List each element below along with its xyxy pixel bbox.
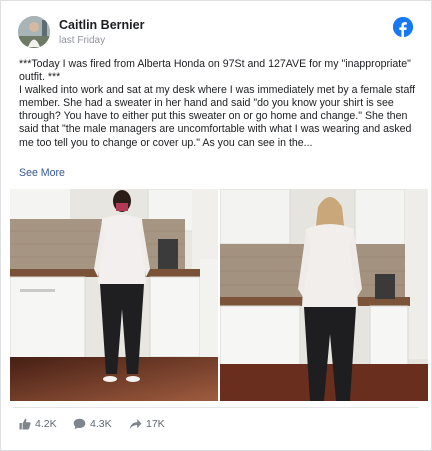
avatar[interactable]: [18, 16, 50, 48]
footer-divider: [13, 407, 419, 408]
post-timestamp[interactable]: last Friday: [59, 35, 105, 46]
post-header: Caitlin Bernier last Friday: [18, 16, 421, 50]
post-text-paragraph-2: I walked into work and sat at my desk wh…: [19, 84, 416, 149]
comments-count[interactable]: 4.3K: [73, 418, 112, 430]
comment-icon: [73, 418, 86, 430]
see-more-link[interactable]: See More: [19, 167, 65, 179]
likes-count[interactable]: 4.2K: [19, 418, 57, 430]
author-name[interactable]: Caitlin Bernier: [59, 18, 144, 32]
facebook-logo-icon[interactable]: [393, 17, 413, 37]
facebook-post-card: Caitlin Bernier last Friday ***Today I w…: [0, 0, 432, 451]
likes-count-label: 4.2K: [35, 418, 57, 430]
comments-count-label: 4.3K: [90, 418, 112, 430]
thumbs-up-icon: [19, 418, 31, 430]
shares-count-label: 17K: [146, 418, 165, 430]
post-text: ***Today I was fired from Alberta Honda …: [19, 58, 419, 150]
photo-back-view[interactable]: [220, 189, 428, 401]
avatar-photo: [18, 16, 50, 48]
shares-count[interactable]: 17K: [129, 418, 165, 430]
photo-front-view-image: [10, 189, 218, 401]
share-arrow-icon: [129, 419, 142, 429]
photo-front-view[interactable]: [10, 189, 218, 401]
post-text-paragraph-1: ***Today I was fired from Alberta Honda …: [19, 58, 411, 84]
photo-grid: [10, 189, 428, 401]
photo-back-view-image: [220, 189, 428, 401]
